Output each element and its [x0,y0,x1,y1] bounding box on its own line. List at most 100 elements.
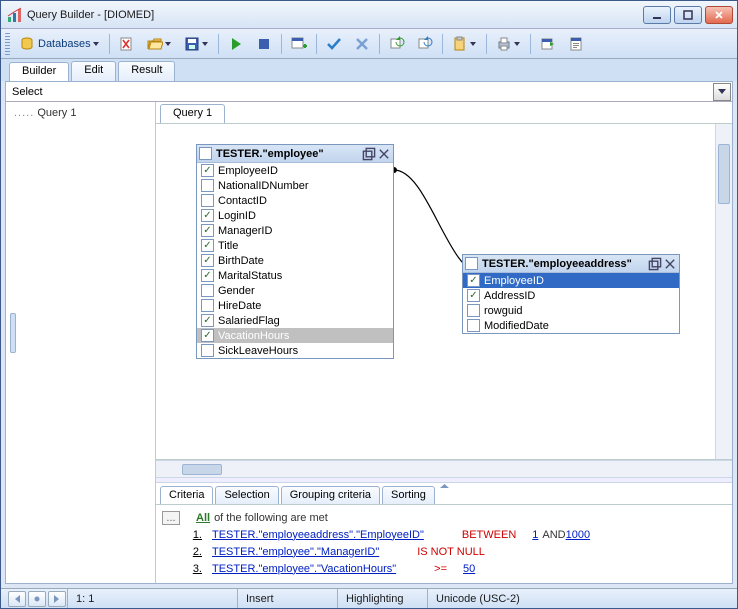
refresh-icon [417,36,433,52]
column-checkbox[interactable] [467,304,480,317]
column-checkbox[interactable] [201,239,214,252]
maximize-button[interactable] [674,6,702,24]
close-icon[interactable] [663,257,677,271]
query-tab-1[interactable]: Query 1 [160,104,225,123]
close-button[interactable] [705,6,733,24]
nav-next-button[interactable] [48,591,66,607]
save-button[interactable] [179,33,214,55]
criteria-all[interactable]: All [196,512,210,524]
column-LoginID[interactable]: LoginID [197,208,393,223]
table-plus-icon [291,36,307,52]
nav-prev-button[interactable] [28,591,46,607]
column-NationalIDNumber[interactable]: NationalIDNumber [197,178,393,193]
column-BirthDate[interactable]: BirthDate [197,253,393,268]
run-button[interactable] [223,33,249,55]
criteria-number[interactable]: 3. [180,563,206,575]
column-checkbox[interactable] [201,224,214,237]
tab-edit[interactable]: Edit [71,61,116,81]
criteria-operator[interactable]: IS NOT NULL [417,546,485,558]
column-checkbox[interactable] [201,254,214,267]
column-ContactID[interactable]: ContactID [197,193,393,208]
column-Title[interactable]: Title [197,238,393,253]
column-ManagerID[interactable]: ManagerID [197,223,393,238]
refresh-1-button[interactable] [384,33,410,55]
tab-grouping[interactable]: Grouping criteria [281,486,380,504]
select-all-checkbox[interactable] [199,147,212,160]
column-checkbox[interactable] [201,344,214,357]
column-EmployeeID[interactable]: EmployeeID [197,163,393,178]
table-employeeaddress[interactable]: TESTER."employeeaddress" EmployeeIDAddre… [462,254,680,334]
open-button[interactable] [142,33,177,55]
export-button[interactable] [535,33,561,55]
column-EmployeeID[interactable]: EmployeeID [463,273,679,288]
column-MaritalStatus[interactable]: MaritalStatus [197,268,393,283]
tab-result[interactable]: Result [118,61,175,81]
column-VacationHours[interactable]: VacationHours [197,328,393,343]
print-button[interactable] [491,33,526,55]
minimize-button[interactable] [643,6,671,24]
column-Gender[interactable]: Gender [197,283,393,298]
refresh-2-button[interactable] [412,33,438,55]
clipboard-icon [452,36,468,52]
column-checkbox[interactable] [467,319,480,332]
tab-selection[interactable]: Selection [215,486,278,504]
select-all-checkbox[interactable] [465,257,478,270]
column-checkbox[interactable] [467,289,480,302]
canvas-vscrollbar[interactable] [715,124,732,459]
column-ModifiedDate[interactable]: ModifiedDate [463,318,679,333]
printer-icon [496,36,512,52]
check-button[interactable] [321,33,347,55]
cancel-button[interactable] [349,33,375,55]
criteria-operator[interactable]: >= [434,563,447,575]
tree-item-query1[interactable]: ..... Query 1 [8,106,153,120]
column-checkbox[interactable] [201,284,214,297]
diagram-canvas[interactable]: TESTER."employee" EmployeeIDNationalIDNu… [156,124,732,460]
criteria-field[interactable]: TESTER."employeeaddress"."EmployeeID" [212,529,424,541]
column-checkbox[interactable] [201,269,214,282]
report-button[interactable] [563,33,589,55]
table-header[interactable]: TESTER."employeeaddress" [463,255,679,273]
table-header[interactable]: TESTER."employee" [197,145,393,163]
tab-criteria[interactable]: Criteria [160,486,213,504]
criteria-operator[interactable]: BETWEEN [462,529,516,541]
column-checkbox[interactable] [201,314,214,327]
select-dropdown[interactable] [713,83,731,101]
criteria-options-button[interactable]: ... [162,511,180,525]
column-checkbox[interactable] [201,209,214,222]
dropdown-icon [165,36,172,52]
column-rowguid[interactable]: rowguid [463,303,679,318]
column-checkbox[interactable] [467,274,480,287]
column-SickLeaveHours[interactable]: SickLeaveHours [197,343,393,358]
criteria-value[interactable]: 50 [463,563,475,575]
hsplitter[interactable] [156,477,732,483]
stop-button[interactable] [251,33,277,55]
column-AddressID[interactable]: AddressID [463,288,679,303]
column-checkbox[interactable] [201,179,214,192]
paste-button[interactable] [447,33,482,55]
vsplit-handle[interactable] [10,313,16,353]
canvas-hscrollbar[interactable] [156,460,732,477]
column-checkbox[interactable] [201,164,214,177]
criteria-number[interactable]: 1. [180,529,206,541]
criteria-field[interactable]: TESTER."employee"."ManagerID" [212,546,379,558]
column-SalariedFlag[interactable]: SalariedFlag [197,313,393,328]
clear-button[interactable] [114,33,140,55]
criteria-number[interactable]: 2. [180,546,206,558]
tab-builder[interactable]: Builder [9,62,69,82]
add-table-button[interactable] [286,33,312,55]
close-icon[interactable] [377,147,391,161]
criteria-value[interactable]: 1000 [566,529,590,541]
table-employee[interactable]: TESTER."employee" EmployeeIDNationalIDNu… [196,144,394,359]
databases-button[interactable]: Databases [14,33,105,55]
tab-sorting[interactable]: Sorting [382,486,435,504]
criteria-field[interactable]: TESTER."employee"."VacationHours" [212,563,396,575]
column-HireDate[interactable]: HireDate [197,298,393,313]
criteria-value[interactable]: 1 [532,529,538,541]
restore-icon[interactable] [362,147,376,161]
toolbar-grip[interactable] [5,33,10,55]
column-checkbox[interactable] [201,194,214,207]
column-checkbox[interactable] [201,329,214,342]
restore-icon[interactable] [648,257,662,271]
nav-first-button[interactable] [8,591,26,607]
column-checkbox[interactable] [201,299,214,312]
